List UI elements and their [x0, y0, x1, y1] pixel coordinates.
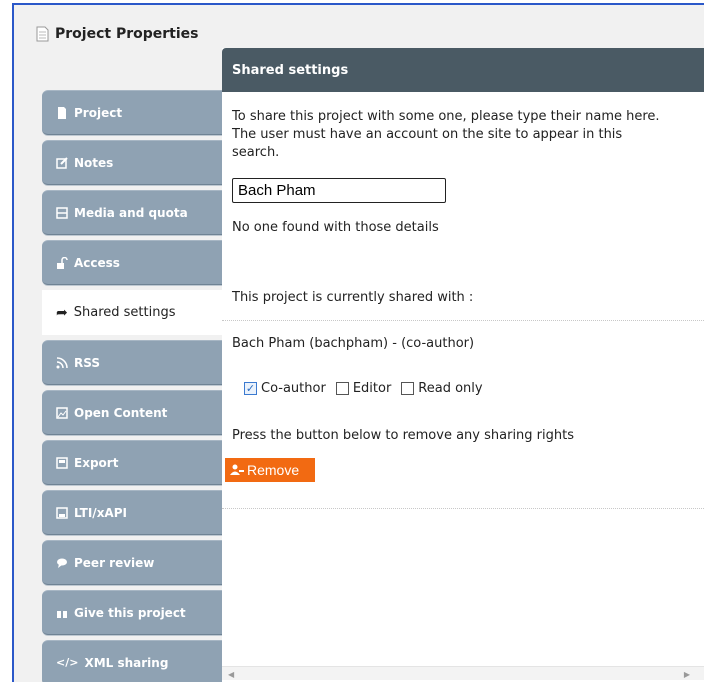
code-icon: </>: [56, 656, 79, 669]
read-only-checkbox[interactable]: [401, 382, 415, 395]
tab-access[interactable]: Access: [42, 240, 222, 285]
tab-label: Access: [74, 255, 120, 270]
panel-title: Shared settings: [232, 62, 349, 78]
tab-peer-review[interactable]: Peer review: [42, 540, 222, 585]
tab-label: Peer review: [74, 555, 155, 570]
shared-settings-panel: Shared settings To share this project wi…: [222, 48, 704, 682]
panel-header: Shared settings: [222, 48, 704, 92]
tab-export[interactable]: Export: [42, 440, 222, 485]
dialog-title: Project Properties: [36, 26, 198, 42]
no-result-message: No one found with those details: [232, 220, 439, 235]
tab-shared-settings[interactable]: ➦ Shared settings: [42, 290, 224, 335]
tab-label: LTI/xAPI: [74, 505, 127, 520]
divider: [222, 508, 704, 509]
remove-user-icon: [230, 464, 244, 475]
tab-label: Give this project: [74, 605, 186, 620]
remove-button-label: Remove: [247, 462, 300, 478]
tab-label: RSS: [74, 355, 100, 370]
tab-label: Notes: [74, 155, 114, 170]
read-only-label[interactable]: Read only: [418, 381, 482, 396]
tab-label: Export: [74, 455, 119, 470]
user-search-input[interactable]: [232, 178, 446, 203]
chat-icon: [57, 558, 67, 568]
divider: [222, 320, 704, 321]
editor-label[interactable]: Editor: [353, 381, 391, 396]
tab-notes[interactable]: Notes: [42, 140, 222, 185]
tab-label: Open Content: [74, 405, 168, 420]
tab-label: Media and quota: [74, 205, 188, 220]
co-author-label[interactable]: Co-author: [261, 381, 326, 396]
document-icon: [58, 106, 66, 119]
export-icon: [56, 456, 68, 469]
dialog-title-text: Project Properties: [55, 26, 199, 42]
edit-icon: [56, 156, 68, 169]
tab-project[interactable]: Project: [42, 90, 222, 135]
gift-icon: [57, 608, 67, 618]
unlock-icon: [57, 256, 68, 269]
co-author-checkbox[interactable]: ✓: [244, 382, 257, 395]
editor-checkbox[interactable]: [335, 382, 349, 395]
tab-label: Project: [74, 105, 123, 120]
shared-with-heading: This project is currently shared with :: [232, 290, 474, 305]
tab-give-this-project[interactable]: Give this project: [42, 590, 222, 635]
remove-hint: Press the button below to remove any sha…: [232, 428, 574, 443]
tab-label: XML sharing: [84, 655, 169, 670]
horizontal-scrollbar[interactable]: ◀ ▶: [222, 666, 704, 680]
film-icon: [56, 206, 68, 219]
tab-rss[interactable]: RSS: [42, 340, 222, 385]
tab-open-content[interactable]: Open Content: [42, 390, 222, 435]
scroll-right-icon[interactable]: ▶: [684, 670, 690, 679]
tab-xml-sharing[interactable]: </> XML sharing: [42, 640, 222, 682]
tab-media-and-quota[interactable]: Media and quota: [42, 190, 222, 235]
shared-user-name: Bach Pham (bachpham) - (co-author): [232, 336, 475, 351]
tab-lti-xapi[interactable]: LTI/xAPI: [42, 490, 222, 535]
scroll-left-icon[interactable]: ◀: [228, 670, 234, 679]
save-icon: [56, 506, 68, 519]
remove-button[interactable]: Remove: [225, 458, 315, 482]
permission-options: ✓ Co-author Editor Read only: [244, 381, 489, 396]
share-arrow-icon: ➦: [56, 304, 68, 321]
tab-label: Shared settings: [73, 305, 176, 320]
document-icon: [36, 26, 49, 42]
share-instructions: To share this project with some one, ple…: [232, 109, 660, 160]
image-icon: [56, 406, 68, 419]
rss-icon: [56, 356, 68, 368]
